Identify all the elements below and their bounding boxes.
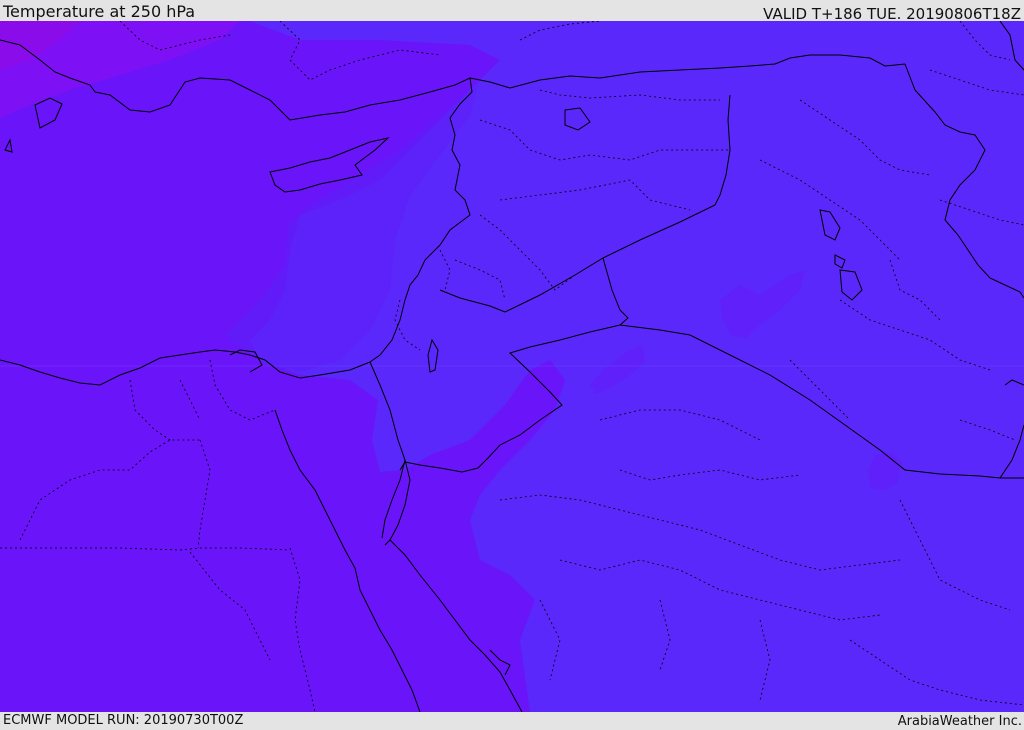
map-canvas	[0, 21, 1024, 712]
map-header: Temperature at 250 hPa VALID T+186 TUE. …	[0, 0, 1024, 23]
map-title: Temperature at 250 hPa	[3, 2, 196, 21]
temperature-map[interactable]	[0, 21, 1024, 712]
credit-text: ArabiaWeather Inc.	[897, 714, 1022, 729]
model-run: ECMWF MODEL RUN: 20190730T00Z	[3, 713, 244, 728]
map-footer: ECMWF MODEL RUN: 20190730T00Z ArabiaWeat…	[0, 712, 1024, 729]
